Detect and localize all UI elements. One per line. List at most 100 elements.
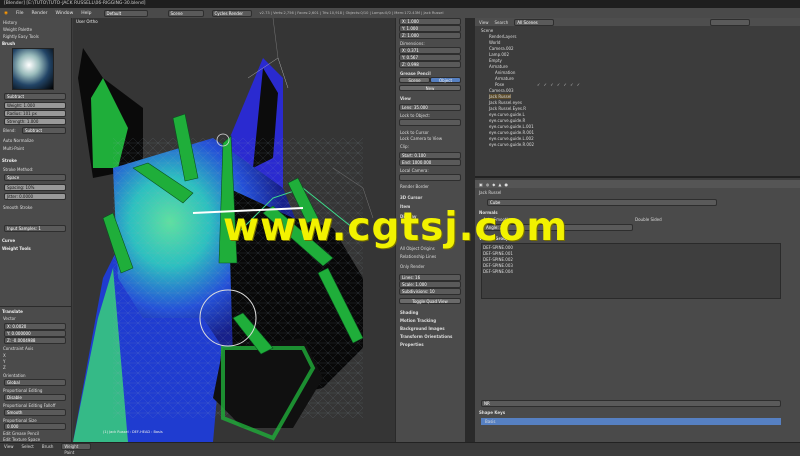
dimension-x-field[interactable]: X: 0.371	[399, 47, 461, 54]
outliner-view-menu[interactable]: View	[479, 20, 489, 25]
outliner-item[interactable]: Jack Russel.Eyes.R	[489, 106, 526, 111]
panel-history[interactable]: History	[3, 20, 17, 25]
blender-logo-icon[interactable]: ◉	[4, 11, 8, 16]
outliner-item[interactable]: Jack Russel.eyes	[489, 100, 522, 105]
menu-window[interactable]: Window	[56, 11, 74, 16]
outliner-item[interactable]: eye.curve.guide.R.001	[489, 130, 534, 135]
strength-slider[interactable]: Strength: 1.000	[4, 118, 66, 125]
outliner-item[interactable]: Animation	[495, 70, 515, 75]
3d-cursor-header[interactable]: 3D Cursor	[400, 195, 422, 200]
screen-layout-select[interactable]: Default	[103, 9, 148, 17]
render-tab-icon[interactable]: ▣	[479, 182, 483, 187]
smooth-stroke-checkbox[interactable]: Smooth Stroke	[3, 205, 32, 210]
outliner-search-menu[interactable]: Search	[495, 20, 509, 25]
material-tab-icon[interactable]: ●	[504, 182, 508, 187]
lock-object-field[interactable]	[399, 119, 461, 126]
prop-falloff-select[interactable]: Smooth	[4, 409, 66, 416]
brush-preview-thumbnail[interactable]	[12, 48, 54, 90]
prop-size-field[interactable]: 0.000	[4, 423, 66, 430]
edit-grease-checkbox[interactable]: Edit Grease Pencil	[3, 431, 39, 436]
outliner-item[interactable]: Lamp.002	[489, 52, 509, 57]
outliner-item[interactable]: Camera.002	[489, 46, 514, 51]
shape-keys-header[interactable]: Shape Keys	[479, 410, 505, 415]
scene-tab-icon[interactable]: ◍	[486, 182, 490, 187]
lock-cursor-checkbox[interactable]: Lock to Cursor	[400, 130, 429, 135]
jitter-slider[interactable]: Jitter: 0.0000	[4, 193, 66, 200]
grid-lines-field[interactable]: Lines: 16	[399, 274, 461, 281]
grease-pencil-header[interactable]: Grease Pencil	[400, 71, 431, 76]
properties-header[interactable]: Properties	[400, 342, 424, 347]
vertex-group-name-field[interactable]: NR	[481, 400, 781, 407]
select-menu[interactable]: Select	[22, 444, 34, 449]
axis-x-checkbox[interactable]: X	[3, 353, 6, 358]
grease-object-button[interactable]: Object	[430, 77, 461, 83]
brush-header[interactable]: Brush	[2, 41, 15, 46]
location-z-field[interactable]: Z: 1.000	[399, 32, 461, 39]
only-render-checkbox[interactable]: Only Render	[400, 264, 425, 269]
outliner-item[interactable]: Pose	[495, 82, 504, 87]
vector-z-field[interactable]: Z: -0.0004988	[4, 337, 66, 344]
vertex-group-item[interactable]: DEF-SPINE.004	[483, 269, 633, 274]
grease-new-button[interactable]: New	[399, 85, 461, 91]
translate-header[interactable]: Translate	[2, 309, 23, 314]
outliner-item[interactable]: eye.curve.guide.R.002	[489, 142, 534, 147]
grid-subdivisions-field[interactable]: Subdivisions: 10	[399, 288, 461, 295]
clip-end-field[interactable]: End: 1000.000	[399, 159, 461, 166]
dimension-z-field[interactable]: Z: 0.998	[399, 61, 461, 68]
location-x-field[interactable]: X: 1.000	[399, 18, 461, 25]
outliner-item-selected[interactable]: Jack Russel	[489, 94, 512, 99]
shape-key-basis[interactable]: Basis	[481, 418, 781, 425]
stroke-header[interactable]: Stroke	[2, 158, 17, 163]
outliner-item[interactable]: RenderLayers	[489, 34, 516, 39]
outliner-item[interactable]: World	[489, 40, 500, 45]
render-border-checkbox[interactable]: Render Border	[400, 184, 429, 189]
outliner-item[interactable]: eye.curve.guide.L.001	[489, 124, 534, 129]
clip-start-field[interactable]: Start: 0.100	[399, 152, 461, 159]
scene-select[interactable]: Scene	[167, 9, 204, 17]
outliner-item[interactable]: eye.curve.guide.L	[489, 112, 525, 117]
outliner-display-select[interactable]: All Scenes	[514, 18, 555, 26]
relationship-lines-checkbox[interactable]: Relationship Lines	[400, 254, 436, 259]
vertex-group-item[interactable]: DEF-SPINE.002	[483, 257, 633, 262]
panel-rightly[interactable]: Rightly Easy Tools	[3, 34, 39, 39]
view-menu[interactable]: View	[4, 444, 14, 449]
lock-camera-checkbox[interactable]: Lock Camera to View	[400, 136, 442, 141]
auto-normalize-checkbox[interactable]: Auto Normalize	[3, 138, 34, 143]
location-y-field[interactable]: Y: 1.000	[399, 25, 461, 32]
outliner-item[interactable]: eye.curve.guide.R	[489, 118, 525, 123]
menu-file[interactable]: File	[16, 11, 24, 16]
grid-scale-field[interactable]: Scale: 1.000	[399, 281, 461, 288]
local-camera-field[interactable]	[399, 174, 461, 181]
weight-slider[interactable]: Weight: 1.000	[4, 102, 66, 109]
dimension-y-field[interactable]: Y: 0.567	[399, 54, 461, 61]
multi-paint-checkbox[interactable]: Multi-Paint	[3, 146, 24, 151]
input-samples-field[interactable]: Input Samples: 1	[4, 225, 66, 232]
object-tab-icon[interactable]: ◆	[492, 182, 495, 187]
axis-z-checkbox[interactable]: Z	[3, 365, 6, 370]
brush-menu[interactable]: Brush	[42, 444, 54, 449]
vertex-group-item[interactable]: DEF-SPINE.003	[483, 263, 633, 268]
panel-weight-palette[interactable]: Weight Palette	[3, 27, 32, 32]
grease-scene-button[interactable]: Scene	[399, 77, 430, 83]
mesh-data-tab-icon[interactable]: ▲	[498, 182, 501, 187]
brush-name-field[interactable]: Subtract	[4, 93, 66, 100]
axis-y-checkbox[interactable]: Y	[3, 359, 5, 364]
outliner-item[interactable]: Armature	[489, 64, 508, 69]
outliner-item[interactable]: eye.curve.guide.L.002	[489, 136, 534, 141]
spacing-slider[interactable]: Spacing: 10%	[4, 184, 66, 191]
outliner-item[interactable]: Camera.003	[489, 88, 514, 93]
mode-select[interactable]: Weight Paint	[61, 443, 92, 455]
blend-select[interactable]: Subtract	[22, 127, 66, 134]
transform-orientations-header[interactable]: Transform Orientations	[400, 334, 452, 339]
toggle-quad-view-button[interactable]: Toggle Quad View	[399, 298, 461, 304]
outliner-item[interactable]: Armature	[495, 76, 514, 81]
menu-help[interactable]: Help	[81, 11, 91, 16]
shading-header[interactable]: Shading	[400, 310, 418, 315]
stroke-method-select[interactable]: Space	[4, 174, 66, 181]
vertex-group-item[interactable]: DEF-SPINE.001	[483, 251, 633, 256]
curve-header[interactable]: Curve	[2, 238, 15, 243]
outliner-search-input[interactable]	[710, 18, 751, 26]
prop-edit-select[interactable]: Disable	[4, 394, 66, 401]
weight-tools-header[interactable]: Weight Tools	[2, 246, 31, 251]
vector-x-field[interactable]: X: 0.0020	[4, 323, 66, 330]
